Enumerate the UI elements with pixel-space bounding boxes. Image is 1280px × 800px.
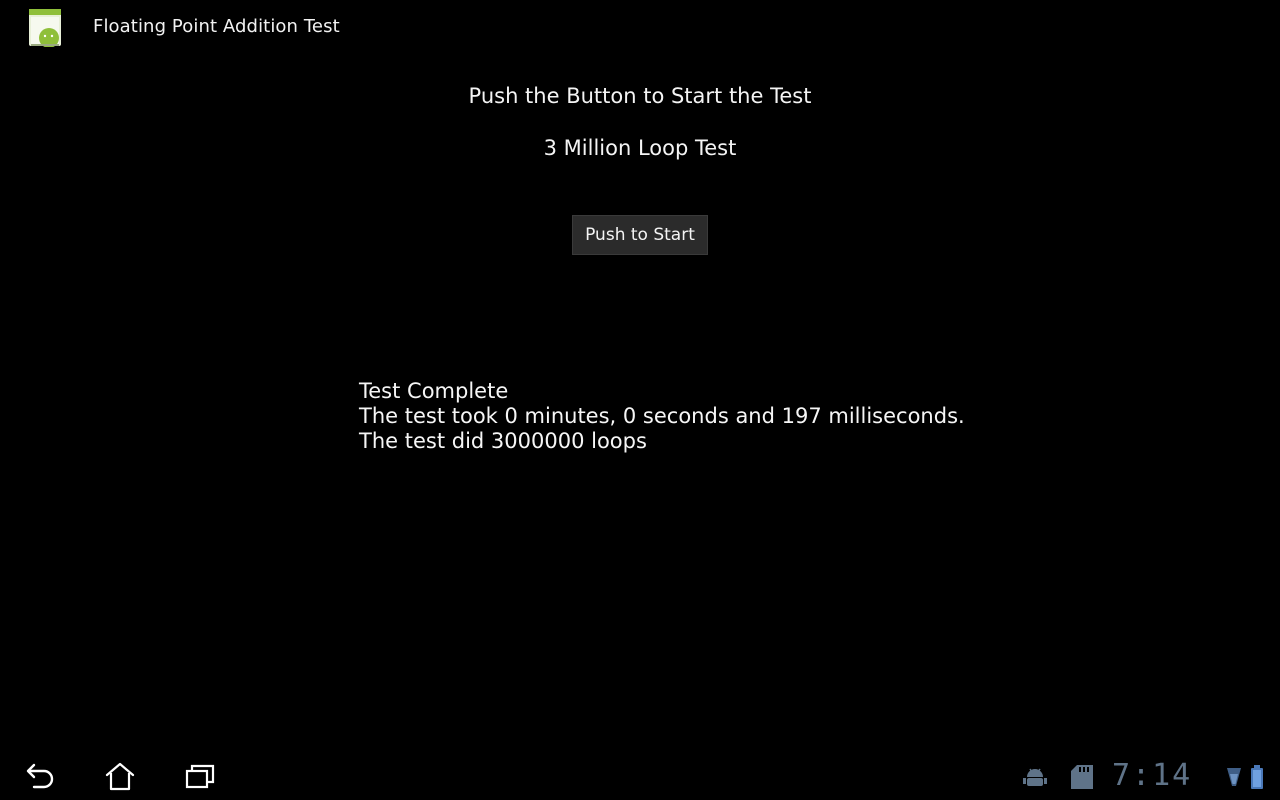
instruction-text: Push the Button to Start the Test — [468, 84, 812, 108]
action-bar: Floating Point Addition Test — [0, 0, 1280, 56]
home-icon[interactable] — [100, 758, 140, 794]
status-clock: 7:14 — [1112, 758, 1193, 793]
android-app-icon[interactable] — [28, 8, 62, 48]
app-title: Floating Point Addition Test — [93, 16, 340, 37]
android-debug-icon[interactable] — [1022, 766, 1048, 792]
recent-apps-icon[interactable] — [180, 758, 220, 794]
result-line-status: Test Complete — [359, 379, 509, 403]
wifi-icon[interactable] — [1226, 766, 1242, 792]
sd-card-icon[interactable] — [1070, 764, 1094, 794]
battery-icon[interactable] — [1250, 764, 1264, 794]
result-line-duration: The test took 0 minutes, 0 seconds and 1… — [359, 404, 965, 428]
result-line-loops: The test did 3000000 loops — [359, 429, 647, 453]
back-icon[interactable] — [20, 758, 60, 794]
push-to-start-button[interactable]: Push to Start — [572, 215, 708, 255]
app-screen: Floating Point Addition Test Push the Bu… — [0, 0, 1280, 800]
results-text: Test Complete The test took 0 minutes, 0… — [359, 379, 965, 454]
test-name-text: 3 Million Loop Test — [543, 136, 737, 160]
